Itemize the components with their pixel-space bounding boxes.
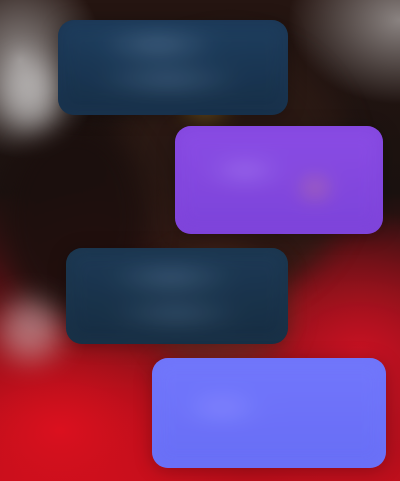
background-blur — [0, 60, 60, 130]
message-text — [152, 358, 386, 468]
message-bubble-incoming[interactable] — [66, 248, 288, 344]
message-text — [175, 126, 383, 234]
message-bubble-outgoing[interactable] — [152, 358, 386, 468]
message-bubble-outgoing[interactable] — [175, 126, 383, 234]
message-bubble-incoming[interactable] — [58, 20, 288, 115]
background-blur — [0, 300, 60, 360]
chat-screenshot — [0, 0, 400, 481]
message-text — [58, 20, 288, 115]
message-text — [66, 248, 288, 344]
